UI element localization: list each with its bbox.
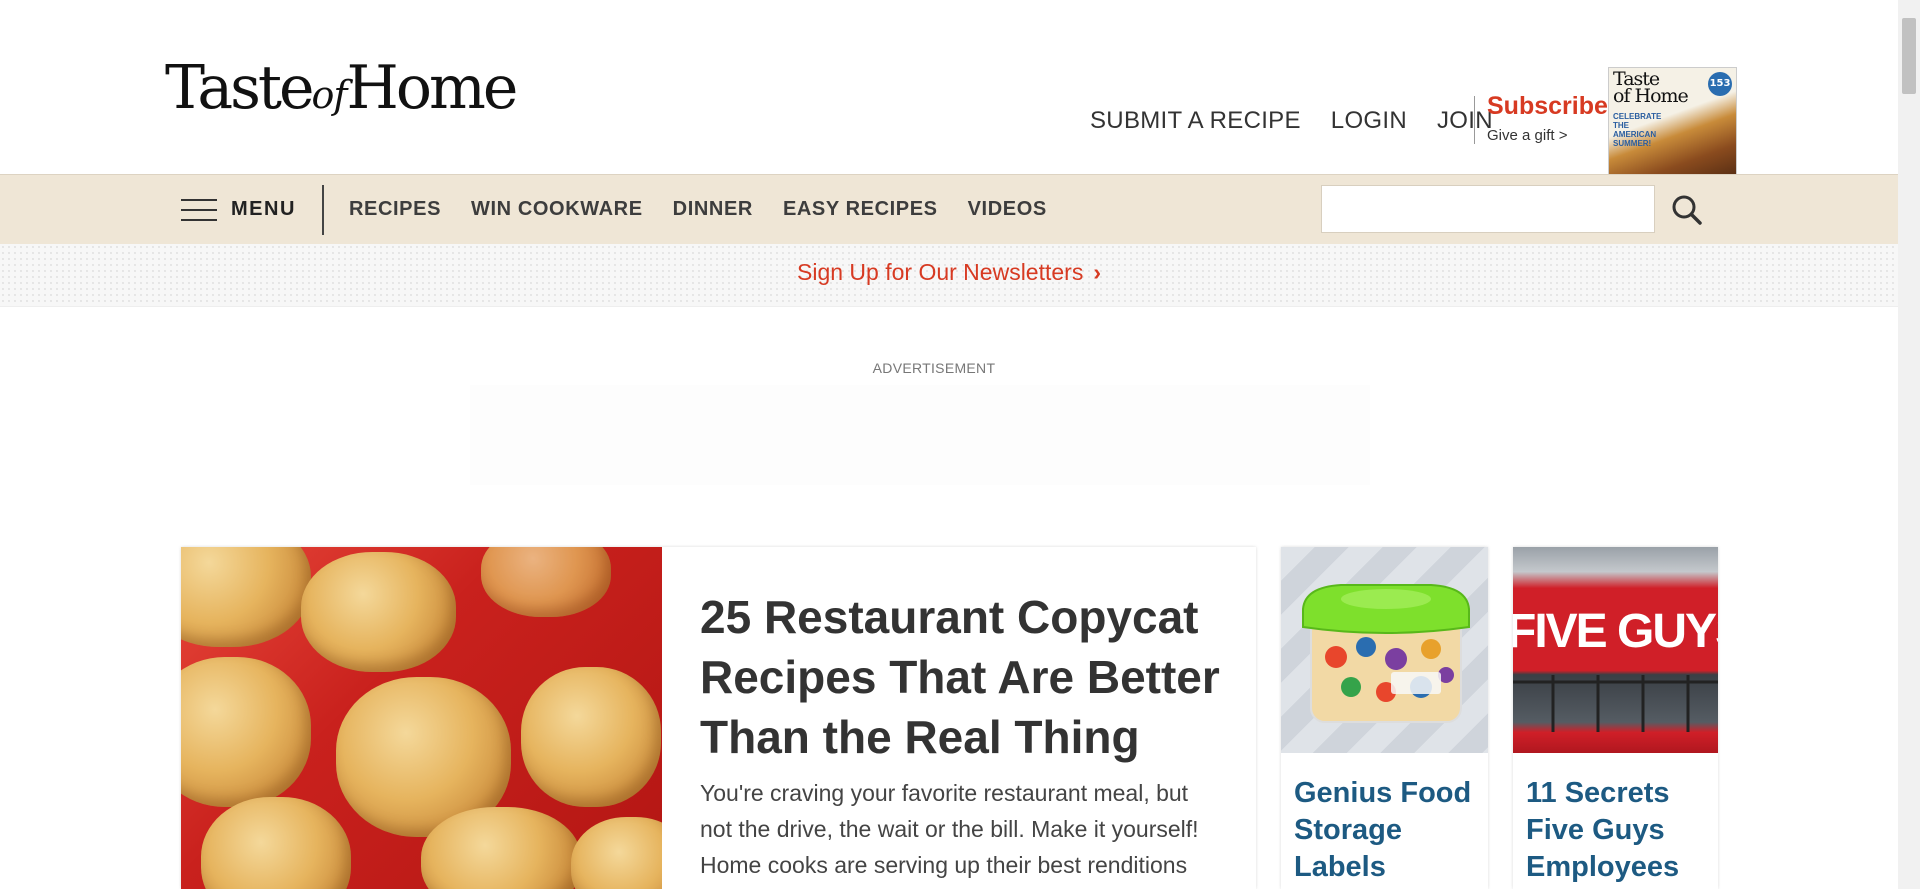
menu-label: MENU <box>231 198 296 220</box>
nav-links: RECIPES WIN COOKWARE DINNER EASY RECIPES… <box>349 198 1047 221</box>
card-title-food-storage[interactable]: Genius Food Storage Labels <box>1294 775 1479 886</box>
five-guys-sign: FIVE GUYS <box>1513 605 1718 658</box>
search-icon <box>1672 195 1702 225</box>
chevron-right-icon: › <box>1093 259 1101 285</box>
newsletter-label: Sign Up for Our Newsletters <box>797 259 1084 285</box>
main-nav: MENU RECIPES WIN COOKWARE DINNER EASY RE… <box>0 174 1898 245</box>
join-link[interactable]: JOIN <box>1437 107 1493 135</box>
nav-videos[interactable]: VIDEOS <box>968 198 1047 221</box>
hamburger-icon <box>181 198 217 221</box>
article-card-five-guys[interactable]: FIVE GUYS 11 Secrets Five Guys Employees <box>1513 547 1718 889</box>
subscribe-link[interactable]: Subscribe <box>1487 92 1608 121</box>
newsletter-signup-link[interactable]: Sign Up for Our Newsletters › <box>0 259 1898 286</box>
logo-taste: Taste <box>165 53 315 123</box>
nav-dinner[interactable]: DINNER <box>673 198 753 221</box>
advertisement-slot <box>470 385 1370 485</box>
featured-description: You're craving your favorite restaurant … <box>700 780 1199 878</box>
search-button[interactable] <box>1671 194 1703 226</box>
featured-article-card[interactable]: 25 Restaurant Copycat Recipes That Are B… <box>181 547 1256 889</box>
five-guys-storefront-image: FIVE GUYS <box>1513 547 1718 753</box>
container-illustration <box>1302 584 1470 723</box>
magazine-badge: 153 <box>1708 72 1732 96</box>
magazine-cover[interactable]: Taste of Home 153 CELEBRATE THE AMERICAN … <box>1608 67 1737 176</box>
submit-recipe-link[interactable]: SUBMIT A RECIPE <box>1090 107 1301 135</box>
magazine-title: Taste of Home <box>1613 68 1689 107</box>
give-gift-link[interactable]: Give a gift > <box>1487 127 1567 144</box>
search-input[interactable] <box>1321 185 1655 233</box>
nav-easy-recipes[interactable]: EASY RECIPES <box>783 198 938 221</box>
login-link[interactable]: LOGIN <box>1331 107 1407 135</box>
card-title-five-guys[interactable]: 11 Secrets Five Guys Employees <box>1526 775 1711 886</box>
featured-title[interactable]: 25 Restaurant Copycat Recipes That Are B… <box>700 587 1220 767</box>
nav-divider <box>322 185 324 235</box>
nav-recipes[interactable]: RECIPES <box>349 198 441 221</box>
site-logo[interactable]: TasteofHome <box>165 58 518 118</box>
subscribe-divider <box>1474 96 1475 144</box>
magazine-headline: CELEBRATE THE AMERICAN SUMMER! <box>1613 112 1662 148</box>
scrollbar-thumb[interactable] <box>1902 18 1916 94</box>
biscuits-image <box>181 547 662 889</box>
nav-win-cookware[interactable]: WIN COOKWARE <box>471 198 643 221</box>
logo-of: of <box>311 73 348 117</box>
account-links: SUBMIT A RECIPE LOGIN JOIN <box>1090 107 1493 135</box>
page-scrollbar[interactable] <box>1898 0 1920 889</box>
newsletter-banner: Sign Up for Our Newsletters › <box>0 244 1898 307</box>
logo-home: Home <box>346 53 519 123</box>
advertisement-label: ADVERTISEMENT <box>872 360 996 376</box>
article-card-food-storage[interactable]: Genius Food Storage Labels <box>1281 547 1488 889</box>
storefront-illustration: FIVE GUYS <box>1513 605 1718 732</box>
site-header: TasteofHome SUBMIT A RECIPE LOGIN JOIN S… <box>0 0 1898 176</box>
menu-button[interactable]: MENU <box>181 198 296 221</box>
food-container-image <box>1281 547 1488 753</box>
